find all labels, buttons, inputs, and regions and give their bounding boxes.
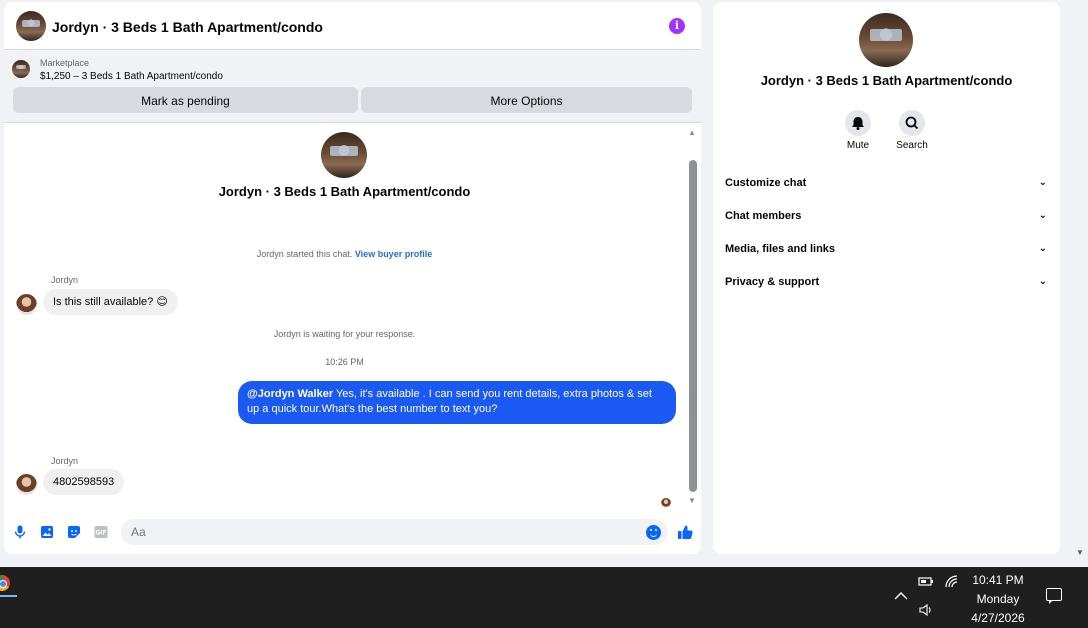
- mute-button[interactable]: [845, 110, 871, 136]
- chat-info-panel: Jordyn · 3 Beds 1 Bath Apartment/condo M…: [713, 2, 1060, 554]
- section-label: Customize chat: [725, 177, 807, 189]
- conversation-title: Jordyn · 3 Beds 1 Bath Apartment/condo: [218, 184, 471, 199]
- photo-icon[interactable]: [39, 524, 55, 540]
- chat-started-notice: Jordyn started this chat. View buyer pro…: [4, 249, 685, 259]
- svg-text:GIF: GIF: [95, 530, 106, 537]
- section-label: Privacy & support: [725, 276, 820, 288]
- notifications-icon[interactable]: [1046, 588, 1062, 604]
- sender-avatar[interactable]: [16, 474, 37, 495]
- info-avatar[interactable]: [859, 13, 913, 67]
- scroll-up-arrow-icon[interactable]: ▲: [688, 128, 696, 137]
- bell-icon: [852, 117, 864, 130]
- sender-name: Jordyn: [51, 275, 79, 285]
- media-files-links-section[interactable]: Media, files and links ⌄: [725, 239, 1047, 259]
- view-buyer-profile-link[interactable]: View buyer profile: [355, 249, 432, 259]
- message-input[interactable]: [121, 519, 668, 545]
- message-bubble-incoming[interactable]: 4802598593: [43, 469, 125, 495]
- chevron-down-icon: ⌄: [1038, 276, 1047, 287]
- sticker-icon[interactable]: [66, 524, 82, 540]
- composer: GIF: [4, 514, 701, 552]
- customize-chat-section[interactable]: Customize chat ⌄: [725, 173, 1047, 193]
- chevron-down-icon: ⌄: [1038, 177, 1047, 188]
- waiting-notice: Jordyn is waiting for your response.: [273, 329, 416, 339]
- listing-title[interactable]: $1,250 – 3 Beds 1 Bath Apartment/condo: [40, 71, 223, 82]
- chat-title[interactable]: Jordyn · 3 Beds 1 Bath Apartment/condo: [52, 19, 323, 35]
- privacy-support-section[interactable]: Privacy & support ⌄: [725, 272, 1047, 292]
- message-bubble-incoming[interactable]: Is this still available? 😊: [43, 289, 178, 315]
- gif-icon[interactable]: GIF: [93, 524, 109, 540]
- chevron-down-icon: ⌄: [1038, 210, 1047, 221]
- search-button[interactable]: [899, 110, 925, 136]
- section-label: Chat members: [725, 210, 802, 222]
- emoji-icon[interactable]: [646, 525, 661, 540]
- chevron-down-icon: ⌄: [1038, 243, 1047, 254]
- message-list: Jordyn · 3 Beds 1 Bath Apartment/condo J…: [4, 124, 701, 508]
- chat-header: Jordyn · 3 Beds 1 Bath Apartment/condo i: [4, 2, 701, 50]
- taskbar: 10:41 PM Monday 4/27/2026: [0, 567, 1088, 628]
- thumbs-up-icon[interactable]: [676, 523, 694, 541]
- message-bubble-outgoing[interactable]: @Jordyn Walker Yes, it's available . I c…: [238, 381, 676, 424]
- volume-icon[interactable]: [918, 603, 934, 620]
- chevron-up-icon[interactable]: [894, 589, 908, 604]
- chat-avatar[interactable]: [16, 11, 46, 41]
- active-app-indicator: [0, 595, 17, 597]
- marketplace-bar: Marketplace $1,250 – 3 Beds 1 Bath Apart…: [4, 50, 701, 123]
- battery-icon[interactable]: [918, 575, 934, 590]
- search-label: Search: [896, 140, 928, 151]
- info-icon[interactable]: i: [669, 18, 685, 34]
- chat-started-text: Jordyn started this chat.: [256, 249, 353, 259]
- wifi-icon[interactable]: [944, 574, 960, 591]
- listing-thumbnail[interactable]: [12, 60, 30, 78]
- sender-name: Jordyn: [51, 456, 79, 466]
- scrollbar-thumb[interactable]: [689, 160, 697, 492]
- mute-label: Mute: [846, 140, 870, 151]
- section-label: Media, files and links: [725, 243, 836, 255]
- timestamp-separator: 10:26 PM: [325, 357, 364, 367]
- clock-day: Monday: [976, 592, 1020, 606]
- marketplace-label: Marketplace: [40, 58, 90, 68]
- info-title: Jordyn · 3 Beds 1 Bath Apartment/condo: [760, 73, 1013, 88]
- clock-time: 10:41 PM: [972, 573, 1024, 587]
- chat-panel: Jordyn · 3 Beds 1 Bath Apartment/condo i…: [4, 2, 701, 554]
- search-icon: [905, 116, 919, 130]
- system-clock[interactable]: 10:41 PM Monday 4/27/2026: [966, 571, 1030, 628]
- mention-tag[interactable]: @Jordyn Walker: [247, 388, 333, 400]
- page-scroll-down-arrow-icon[interactable]: ▼: [1076, 548, 1084, 557]
- more-options-button[interactable]: More Options: [361, 87, 692, 113]
- mark-as-pending-button[interactable]: Mark as pending: [13, 87, 358, 113]
- microphone-icon[interactable]: [12, 524, 28, 540]
- sender-avatar[interactable]: [16, 294, 37, 315]
- chat-members-section[interactable]: Chat members ⌄: [725, 206, 1047, 226]
- clock-date: 4/27/2026: [971, 611, 1025, 625]
- conversation-avatar: [321, 132, 367, 178]
- scroll-down-arrow-icon[interactable]: ▼: [688, 496, 696, 505]
- chrome-icon[interactable]: [0, 575, 10, 591]
- seen-indicator-avatar: [661, 498, 671, 508]
